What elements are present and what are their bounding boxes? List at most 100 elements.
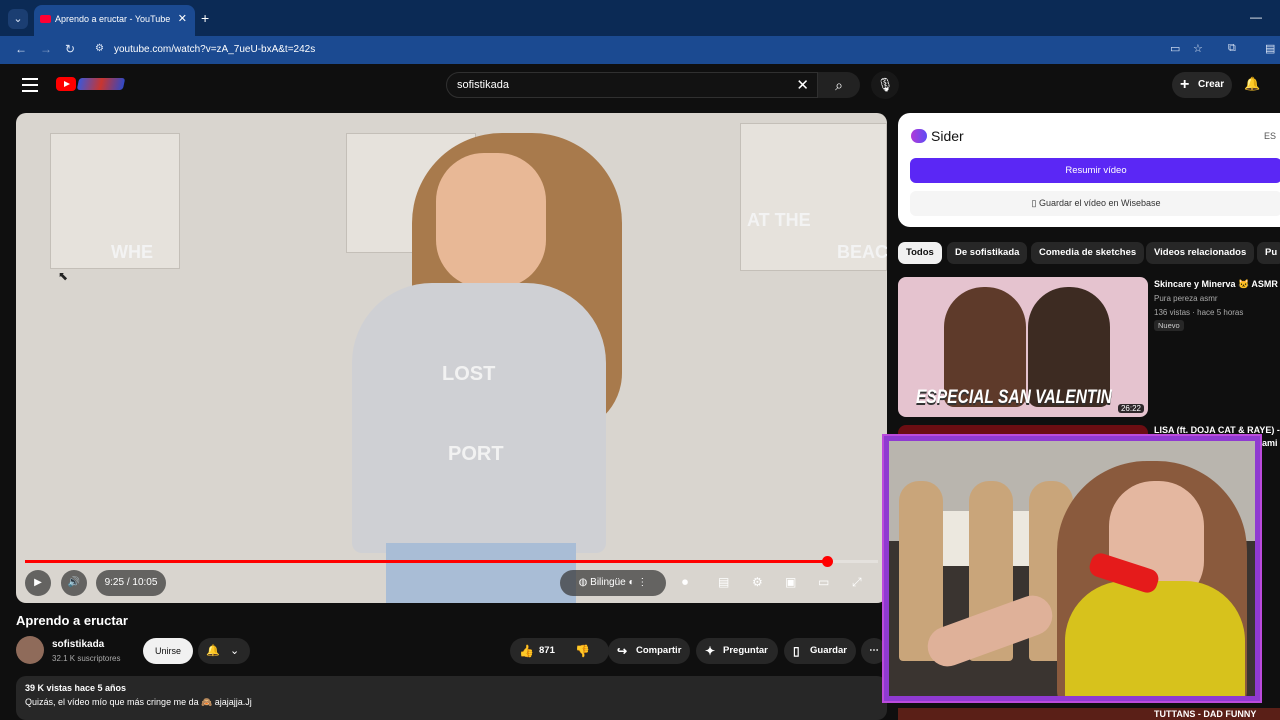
like-count: 871 [539,645,555,656]
bilingual-label: Bilingüe [590,577,626,588]
summarize-video-button[interactable]: Resumir vídeo [910,158,1280,183]
save-button[interactable]: ▯ Guardar [784,638,856,664]
like-button[interactable]: 👍 [519,638,534,664]
reload-icon[interactable]: ↻ [65,42,75,56]
shirt-text-1: LOST [442,363,496,385]
youtube-favicon-icon [40,15,51,23]
close-tab-icon[interactable]: ✕ [178,12,187,25]
thumbnail-title-text: ESPECIAL SAN VALENTIN [916,387,1112,408]
subscriber-count: 32.1 K suscriptores [52,654,121,663]
join-button[interactable]: Unirse [143,638,193,664]
new-badge: Nuevo [1154,320,1184,331]
menu-icon[interactable] [22,78,38,92]
description-text: Quizás, el vídeo mío que más cringe me d… [25,697,252,707]
video-player[interactable]: WHE AT THE BEACH LOST PORT ⬉ ▶ 🔊 9:25 / … [16,113,887,603]
tab-search-icon[interactable]: ⌄ [8,9,28,29]
clear-search-icon[interactable]: ✕ [796,76,809,94]
save-to-wisebase-label: Guardar el vídeo en Wisebase [1038,198,1161,208]
webcam-overlay [884,436,1260,701]
video-title: Aprendo a eructar [16,613,128,628]
search-input[interactable]: sofistikada ✕ [446,72,818,98]
voice-search-button[interactable]: 🎙 [871,71,899,99]
cast-icon[interactable]: ▭ [818,575,829,589]
youtube-logo[interactable] [56,77,76,91]
chip-sketch-comedy[interactable]: Comedia de sketches [1031,242,1145,264]
progress-bar[interactable] [25,556,878,567]
notifications-bell-icon[interactable]: 🔔 [1244,76,1260,92]
sider-language[interactable]: ES [1264,131,1276,141]
bookmark-icon: ▯ [1031,198,1039,208]
subscribed-bell-button[interactable]: 🔔 ⌄ [198,638,250,664]
cast-icon[interactable]: ▭ [1170,42,1180,55]
play-button[interactable]: ▶ [25,570,51,596]
sider-panel: Sider ES Resumir vídeo ▯ Guardar el víde… [898,113,1280,227]
miniplayer-icon[interactable]: ▣ [785,575,796,589]
address-bar: ← → ↻ ⚙ youtube.com/watch?v=zA_7ueU-bxA&… [0,36,1280,64]
description-box[interactable]: 39 K vistas hace 5 años Quizás, el vídeo… [16,676,887,720]
channel-avatar[interactable] [16,636,44,664]
recommendation-peek[interactable]: TUTTANS - DAD FUNNY [898,708,1280,720]
channel-name[interactable]: sofistikada [52,639,104,650]
bookmark-star-icon[interactable]: ☆ [1193,42,1203,55]
wall-frame-left: WHE [50,133,180,269]
webcam-person-shirt [1065,581,1245,696]
search-icon: ⌕ [835,77,843,93]
recommendation-peek-title: TUTTANS - DAD FUNNY [1154,709,1257,719]
search-button[interactable]: ⌕ [818,72,860,98]
url-field[interactable]: ⚙ youtube.com/watch?v=zA_7ueU-bxA&t=242s [89,39,1189,61]
recommendation-channel[interactable]: Pura pereza asmr [1154,294,1218,303]
share-label: Compartir [636,645,682,656]
bookmark-icon: ▯ [793,644,800,658]
save-to-wisebase-button[interactable]: ▯ Guardar el vídeo en Wisebase [910,191,1280,216]
youtube-doodle[interactable] [76,78,126,90]
bilingual-dubbing-control[interactable]: ◍ Bilingüe ◐ ⋮ [560,570,666,596]
forward-icon[interactable]: → [40,42,52,56]
view-count-date: 39 K vistas hace 5 años [25,683,127,693]
frame-text-right-1: AT THE [747,210,811,230]
sparkle-icon: ✦ [705,644,716,658]
ask-button[interactable]: ✦ Preguntar [696,638,778,664]
recommendation-title-2[interactable]: LISA (ft. DOJA CAT & RAYE) - [1154,425,1280,435]
scrubber-handle[interactable] [821,556,833,567]
progress-played [25,560,827,563]
frame-text-right-2: BEACH [837,242,887,262]
recommendation-title-2-line2[interactable]: ami ... [1262,438,1280,448]
chip-from-channel[interactable]: De sofistikada [947,242,1028,264]
dislike-button[interactable]: 👎 [575,638,590,664]
volume-icon: 🔊 [67,577,81,588]
chip-all[interactable]: Todos [898,242,942,264]
new-tab-icon[interactable]: + [201,10,209,26]
subtitles-icon[interactable]: ▤ [718,575,729,589]
recommendation-meta: 136 vistas · hace 5 horas [1154,308,1244,317]
site-info-icon[interactable]: ⚙ [95,43,104,54]
create-label: Crear [1198,79,1225,90]
side-panel-icon[interactable]: ▤ [1265,42,1275,55]
settings-gear-icon[interactable]: ⚙ [752,575,763,589]
plus-icon: + [1180,76,1190,93]
chip-more[interactable]: Pu [1257,242,1280,264]
browser-tab-active[interactable]: Aprendo a eructar - YouTube ✕ [34,5,195,36]
fullscreen-icon[interactable]: ⤢ [852,575,862,590]
share-button[interactable]: ↪ Compartir [608,638,690,664]
tab-title: Aprendo a eructar - YouTube [55,14,171,24]
like-dislike-group: 👍 871 👎 [510,638,609,664]
time-display: 9:25 / 10:05 [96,570,166,596]
frame-text-left: WHE [111,242,153,262]
volume-button[interactable]: 🔊 [61,570,87,596]
minimize-window-icon[interactable]: — [1250,10,1262,24]
extensions-icon[interactable]: ⧉ [1228,42,1236,55]
back-icon[interactable]: ← [15,42,27,56]
wall-frame-right: AT THE BEACH [740,123,887,271]
autoplay-toggle-icon[interactable]: ⏺ [682,575,688,590]
create-button[interactable]: + Crear [1172,72,1232,98]
recommendation-title[interactable]: Skincare y Minerva 🐱 ASMR [1154,279,1278,290]
chevron-down-icon: ⌄ [230,645,240,657]
person-shirt: LOST PORT [352,283,606,553]
shirt-text-2: PORT [448,443,504,465]
mouse-cursor-icon: ⬉ [58,269,69,283]
microphone-icon: 🎙 [876,77,894,92]
recommendation-thumbnail[interactable]: ESPECIAL SAN VALENTIN 26:22 [898,277,1148,417]
chip-related[interactable]: Videos relacionados [1146,242,1255,264]
globe-icon: ◍ [578,577,591,588]
toggle-icon[interactable]: ◐ ⋮ [626,577,648,588]
